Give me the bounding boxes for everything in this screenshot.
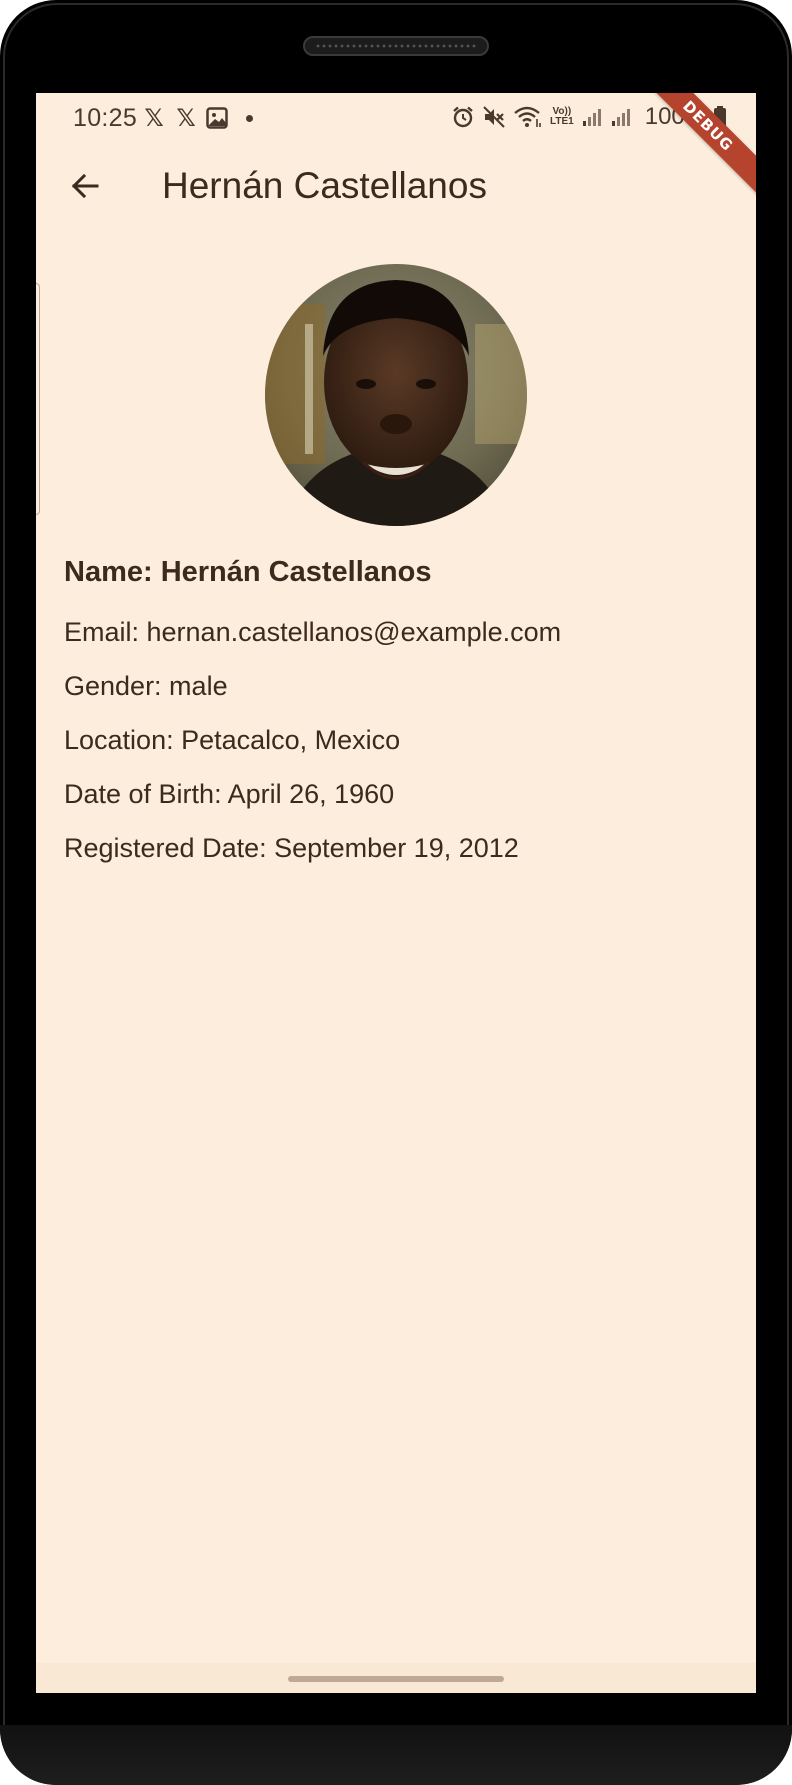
speaker-grill xyxy=(315,43,477,49)
side-drawer-edge[interactable] xyxy=(36,283,40,515)
avatar xyxy=(265,264,527,526)
image-icon xyxy=(206,107,228,129)
profile-location: Location: Petacalco, Mexico xyxy=(64,725,401,755)
wifi-icon xyxy=(514,106,541,127)
x-logo-icon: 𝕏 xyxy=(176,104,196,132)
phone-frame: 10:25 𝕏 𝕏 Vo)) LTE1 100% DEBUG Hernán Ca… xyxy=(0,0,792,1785)
page-title: Hernán Castellanos xyxy=(162,165,487,206)
bottom-bezel xyxy=(0,1725,792,1785)
signal-icon xyxy=(582,109,601,126)
profile-registered-date: Registered Date: September 19, 2012 xyxy=(64,833,519,863)
profile-gender: Gender: male xyxy=(64,671,228,701)
app-screen: 10:25 𝕏 𝕏 Vo)) LTE1 100% DEBUG Hernán Ca… xyxy=(36,93,756,1693)
gesture-nav-bar xyxy=(36,1663,756,1693)
app-bar: Hernán Castellanos xyxy=(36,145,756,231)
status-time: 10:25 xyxy=(73,104,138,132)
home-indicator[interactable] xyxy=(288,1676,504,1682)
profile-name: Name: Hernán Castellanos xyxy=(64,556,432,588)
lte-label: LTE1 xyxy=(550,116,574,127)
avatar-photo xyxy=(265,264,527,526)
x-logo-icon: 𝕏 xyxy=(144,104,164,132)
status-bar: 10:25 𝕏 𝕏 Vo)) LTE1 100% DEBUG xyxy=(36,93,756,206)
profile-date-of-birth: Date of Birth: April 26, 1960 xyxy=(64,779,395,809)
dot-icon xyxy=(246,114,253,122)
arrow-back-icon xyxy=(71,173,99,199)
notification-icons: 𝕏 𝕏 xyxy=(142,105,253,131)
mute-icon xyxy=(483,106,505,128)
volte-icon: Vo)) LTE1 xyxy=(550,107,574,127)
profile-email: Email: hernan.castellanos@example.com xyxy=(64,617,562,647)
back-button[interactable] xyxy=(54,155,116,217)
earpiece-speaker xyxy=(303,36,489,56)
signal-icon xyxy=(611,109,630,126)
alarm-icon xyxy=(453,106,473,128)
